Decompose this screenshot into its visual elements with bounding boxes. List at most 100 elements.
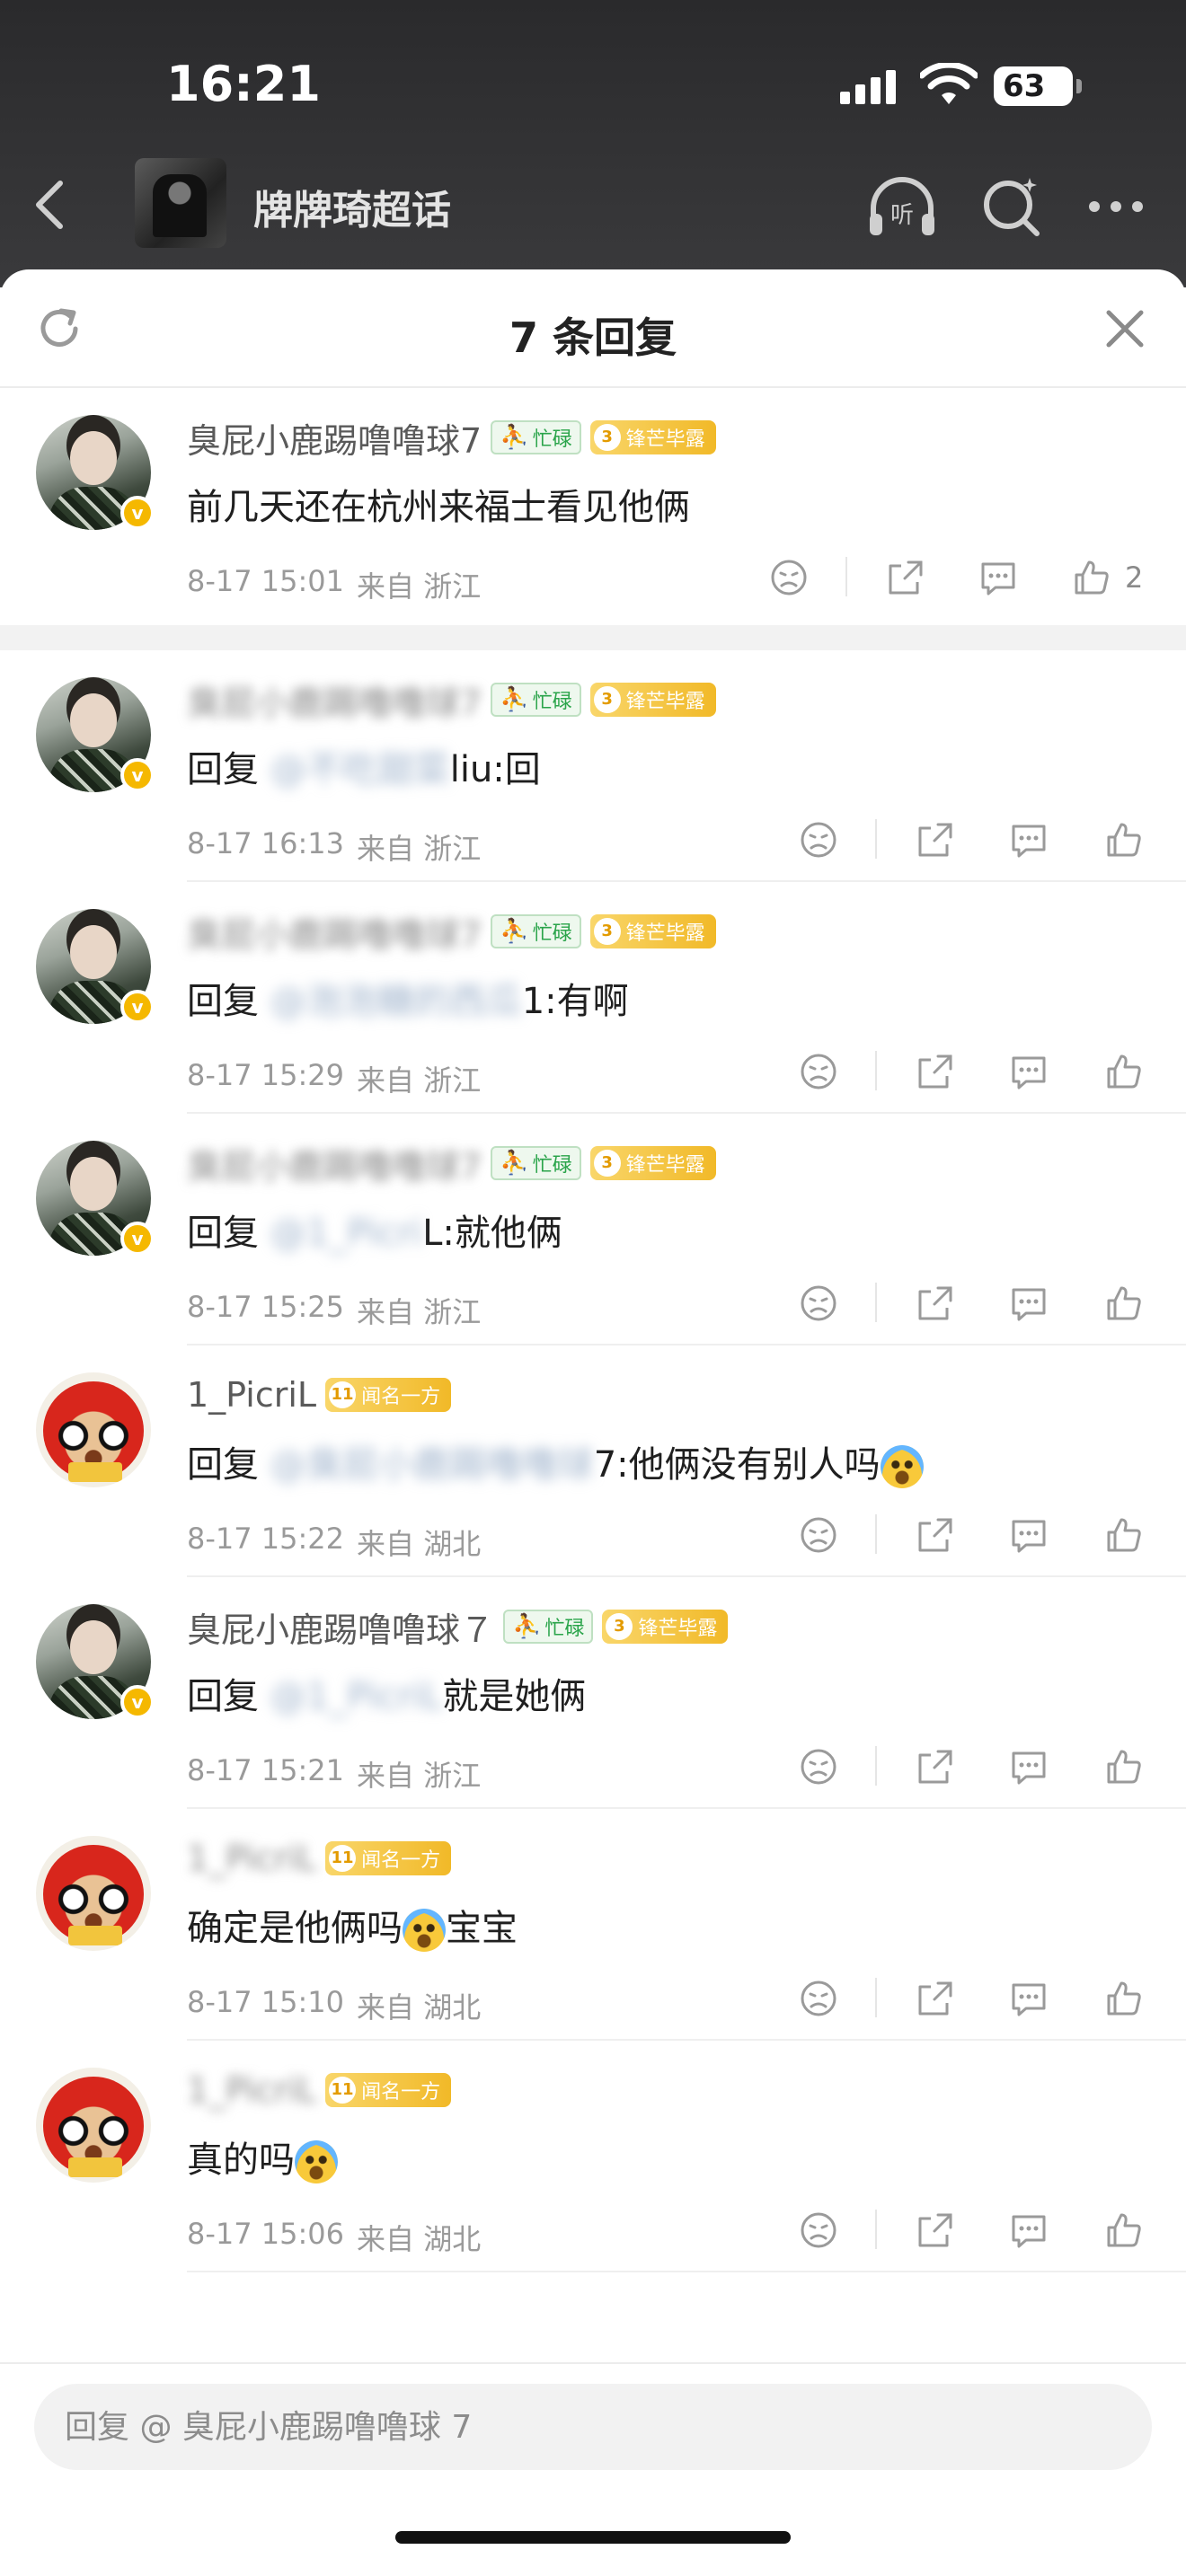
comment-icon[interactable] (1008, 1978, 1049, 2019)
status-badge: ⛹ 忙碌 (491, 914, 581, 948)
username[interactable]: 臭屁小鹿踢噜噜球7 (187, 907, 482, 957)
comment-text[interactable]: 回复 @泡泡糖的西瓜1:有啊 (187, 972, 629, 1024)
dislike-icon[interactable] (798, 1283, 839, 1324)
running-figure-icon: ⛹ (500, 1150, 529, 1177)
location: 来自 浙江 (357, 1295, 482, 1329)
running-figure-icon: ⛹ (500, 686, 529, 713)
location: 来自 浙江 (357, 569, 482, 604)
username[interactable]: 1_PicriL (187, 1375, 316, 1415)
fan-level-number: 3 (593, 686, 621, 713)
username[interactable]: 臭屁小鹿踢噜噜球7 (187, 1139, 482, 1188)
timestamp: 8-17 15:06 (187, 2217, 345, 2251)
close-icon[interactable] (1102, 305, 1148, 352)
comment-icon[interactable] (1008, 1514, 1049, 1556)
like-icon[interactable] (1071, 557, 1112, 598)
timestamp: 8-17 15:21 (187, 1753, 345, 1787)
comment-text[interactable]: 回复 @1_PicriL就是她俩 (187, 1667, 586, 1719)
mention-link[interactable]: @1_PicriL (259, 1676, 443, 1717)
share-icon[interactable] (915, 1746, 956, 1787)
dislike-icon[interactable] (798, 2210, 839, 2251)
comment-icon[interactable] (1008, 819, 1049, 860)
comment-text[interactable]: 回复 @不吃甜菜liu:回 (187, 740, 541, 792)
dislike-icon[interactable] (798, 1978, 839, 2019)
like-icon[interactable] (1103, 819, 1145, 860)
like-icon[interactable] (1103, 1283, 1145, 1324)
status-badge: ⛹ 忙碌 (503, 1610, 594, 1644)
reply-prefix: 回复 (187, 1676, 259, 1717)
comment-icon[interactable] (1008, 1746, 1049, 1787)
reply-suffix: 就是她俩 (442, 1676, 587, 1717)
mention-link[interactable]: @臭屁小鹿踢噜噜球 (259, 1444, 594, 1486)
like-icon[interactable] (1103, 1514, 1145, 1556)
reply-input[interactable] (34, 2384, 1152, 2470)
mention-link[interactable]: @泡泡糖的西瓜 (259, 981, 522, 1022)
share-icon[interactable] (885, 557, 926, 598)
timestamp: 8-17 15:10 (187, 1985, 345, 2019)
share-icon[interactable] (915, 1051, 956, 1092)
comment-icon[interactable] (1008, 2210, 1049, 2251)
wifi-icon (920, 63, 978, 104)
dislike-icon[interactable] (798, 1051, 839, 1092)
reply-item: v 臭屁小鹿踢噜噜球7 ⛹ 忙碌 3 锋芒毕露 回复 @泡泡糖的西瓜1:有啊 8-17 15:… (0, 882, 1186, 1114)
like-icon[interactable] (1103, 1746, 1145, 1787)
username[interactable]: 臭屁小鹿踢噜噜球7 (187, 413, 482, 463)
group-name[interactable]: 牌牌琦超话 (253, 178, 451, 235)
like-icon[interactable] (1103, 1051, 1145, 1092)
comment-icon[interactable] (1008, 1051, 1049, 1092)
comment-meta: 8-17 15:22 来自 湖北 (187, 1522, 481, 1563)
location: 来自 浙江 (357, 1063, 482, 1098)
back-chevron-icon[interactable] (31, 178, 67, 232)
avatar[interactable] (36, 2068, 151, 2183)
username[interactable]: 臭屁小鹿踢噜噜球7 (187, 675, 482, 725)
avatar[interactable] (36, 1836, 151, 1951)
comment-icon[interactable] (1008, 1283, 1049, 1324)
avatar[interactable] (36, 1372, 151, 1487)
fan-level-label: 闻名一方 (361, 1386, 441, 1408)
action-separator (875, 2210, 877, 2249)
search-icon[interactable] (974, 169, 1049, 244)
like-icon[interactable] (1103, 2210, 1145, 2251)
share-icon[interactable] (915, 1283, 956, 1324)
status-badge-label: 忙碌 (544, 1618, 585, 1640)
name-row: 臭屁小鹿踢噜噜球7 ⛹ 忙碌 3 锋芒毕露 (187, 413, 716, 463)
dislike-icon[interactable] (798, 1514, 839, 1556)
comment-icon[interactable] (978, 557, 1019, 598)
listen-headphones-icon[interactable]: 听 (864, 169, 940, 244)
name-row: 臭屁小鹿踢噜噜球7 ⛹ 忙碌 3 锋芒毕露 (187, 907, 716, 957)
mention-visible: L (422, 1213, 443, 1254)
verified-badge-icon: v (120, 1222, 155, 1256)
more-options-icon[interactable] (1078, 169, 1154, 244)
comment-text[interactable]: 回复 @臭屁小鹿踢噜噜球7:他俩没有别人吗 (187, 1435, 924, 1488)
dislike-icon[interactable] (798, 1746, 839, 1787)
group-thumbnail[interactable] (135, 158, 226, 248)
mention-link[interactable]: @1_Picri (259, 1213, 422, 1254)
share-icon[interactable] (915, 2210, 956, 2251)
reply-suffix: 宝宝 (446, 1908, 518, 1949)
action-separator (875, 1746, 877, 1786)
username[interactable]: 1_PicriL (187, 1839, 316, 1878)
dislike-icon[interactable] (798, 819, 839, 860)
reply-suffix: :有啊 (544, 981, 629, 1022)
verified-badge-icon: v (120, 496, 155, 530)
username[interactable]: 臭屁小鹿踢噜噜球７ (187, 1602, 494, 1652)
share-icon[interactable] (915, 1978, 956, 2019)
mention-link[interactable]: @不吃甜菜 (259, 749, 450, 790)
home-indicator (395, 2531, 791, 2544)
timestamp: 8-17 16:13 (187, 826, 345, 860)
comment-text[interactable]: 确定是他俩吗 宝宝 (187, 1899, 518, 1952)
verified-badge-icon: v (120, 990, 155, 1024)
reply-prefix: 回复 (187, 1213, 259, 1254)
share-icon[interactable] (915, 819, 956, 860)
comment-text[interactable]: 回复 @1_PicriL:就他俩 (187, 1204, 562, 1256)
like-icon[interactable] (1103, 1978, 1145, 2019)
comment-meta: 8-17 15:10 来自 湖北 (187, 1985, 481, 2026)
username[interactable]: 1_PicriL (187, 2070, 316, 2110)
reply-suffix: :他俩没有别人吗 (616, 1444, 881, 1486)
dislike-icon[interactable] (768, 557, 810, 598)
share-icon[interactable] (915, 1514, 956, 1556)
fan-level-badge: 3 锋芒毕露 (589, 914, 716, 948)
comment-text[interactable]: 真的吗 (187, 2130, 338, 2183)
comment-text[interactable]: 前几天还在杭州来福士看见他俩 (187, 478, 690, 530)
fan-level-number: 11 (329, 1381, 357, 1408)
reply-item: 1_PicriL 11 闻名一方回复 @臭屁小鹿踢噜噜球7:他俩没有别人吗 8-17 … (0, 1345, 1186, 1577)
